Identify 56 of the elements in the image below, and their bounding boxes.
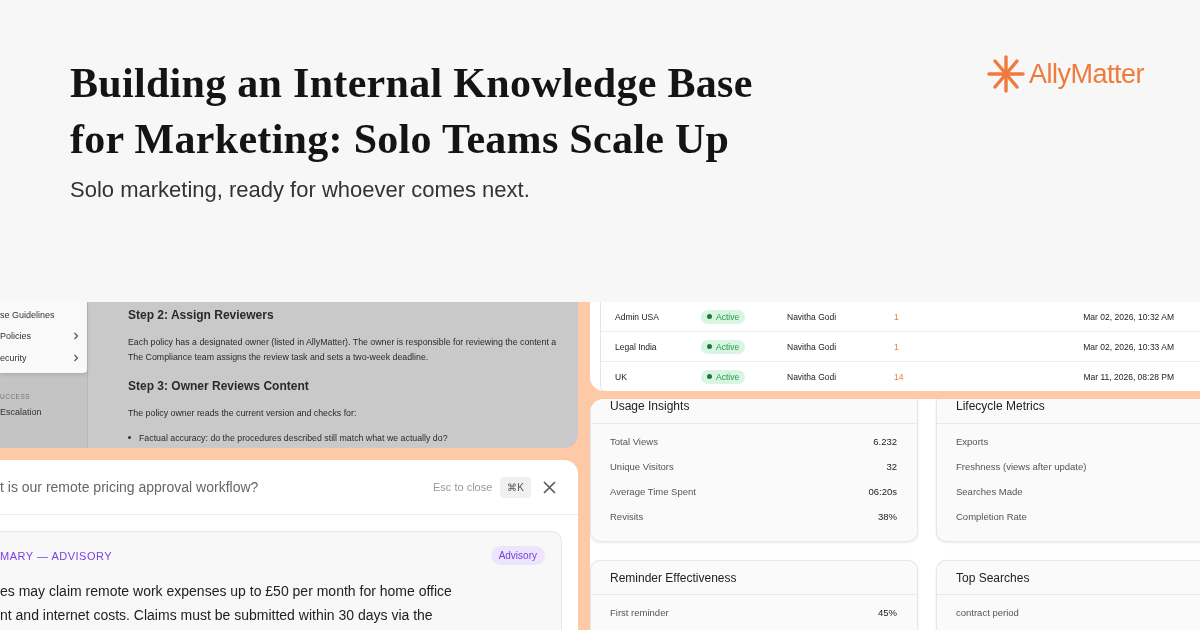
metric-label: Completion Rate xyxy=(956,511,1027,522)
summary-text: es may claim remote work expenses up to £50 per month for home office nt and internet costs. Claims must be submitted within 30 days via the xyxy=(0,582,453,625)
starburst-logo-icon xyxy=(986,55,1025,93)
paragraph: Each policy has a designated owner (listed in AllyMatter). The owner is responsible for reviewing the content a The Compliance team assigns the review task and sets a two-week deadline. xyxy=(128,336,558,364)
metric-label: Exports xyxy=(956,436,989,447)
table-cell-text: 1 xyxy=(894,311,900,322)
metric-label: First reminder xyxy=(610,607,669,618)
table-cell-text: Navitha Godi xyxy=(787,341,838,352)
metric-value: 45% xyxy=(878,607,897,618)
close-icon[interactable] xyxy=(543,480,556,494)
advisory-badge: Advisory xyxy=(490,546,545,565)
search-query[interactable]: t is our remote pricing approval workflow? xyxy=(0,479,433,495)
metric-value: 32 xyxy=(886,461,897,472)
sidebar-item[interactable]: ecurity xyxy=(0,347,87,369)
metric-label: Average Time Spent xyxy=(610,486,696,497)
table-cell-text: 14 xyxy=(894,371,905,382)
table-cell-text: UK xyxy=(614,371,628,382)
metric-value: 6.232 xyxy=(873,436,897,447)
close-hint: Esc to close xyxy=(433,481,493,493)
status-badge: Active xyxy=(701,369,746,384)
metric-value: 06:20s xyxy=(868,486,897,497)
metric-label: Total Views xyxy=(610,436,658,447)
table-cell-text: Navitha Godi xyxy=(787,311,838,322)
metric-value: 38% xyxy=(878,511,897,522)
metric-label: Unique Visitors xyxy=(610,461,674,472)
metric-label: Freshness (views after update) xyxy=(956,461,1087,472)
article-subtitle: Solo marketing, ready for whoever comes next. xyxy=(70,177,531,203)
paragraph: The policy owner reads the current version and checks for: xyxy=(128,407,358,420)
table-cell-text: Mar 02, 2026, 10:32 AM xyxy=(1082,311,1174,322)
metric-label: Revisits xyxy=(610,511,644,522)
card-title: Top Searches xyxy=(937,561,1200,595)
sidebar-item[interactable]: Policies xyxy=(0,325,87,347)
card-title: Reminder Effectiveness xyxy=(591,561,917,595)
chevron-right-icon xyxy=(73,353,79,362)
section-heading: Step 3: Owner Reviews Content xyxy=(128,378,310,395)
metric-label: contract period xyxy=(956,607,1019,618)
table-cell-text: Admin USA xyxy=(614,311,660,322)
article-title: Building an Internal Knowledge Base for Marketing: Solo Teams Scale Up xyxy=(70,59,753,164)
sidebar-item[interactable]: se Guidelines xyxy=(0,304,87,326)
status-badge: Active xyxy=(701,309,746,324)
card-title: Usage Insights xyxy=(591,399,917,424)
table-cell-text: Mar 02, 2026, 10:33 AM xyxy=(1082,341,1174,352)
table-cell-text: 1 xyxy=(894,341,900,352)
logo-wordmark: AllyMatter xyxy=(1028,58,1144,90)
status-badge: Active xyxy=(701,339,746,354)
section-heading: Step 2: Assign Reviewers xyxy=(128,307,275,324)
card-title: Lifecycle Metrics xyxy=(937,399,1200,424)
table-cell-text: Navitha Godi xyxy=(787,371,838,382)
metric-label: Searches Made xyxy=(956,486,1023,497)
bullet-item: Factual accuracy: do the procedures described still match what we actually do? xyxy=(139,432,448,443)
chevron-right-icon xyxy=(73,332,79,341)
table-cell-text: Legal India xyxy=(614,341,658,352)
keyboard-shortcut: ⌘K xyxy=(500,476,531,498)
table-cell-text: Mar 11, 2026, 08:28 PM xyxy=(1082,371,1174,382)
sidebar-item[interactable]: Escalation xyxy=(0,406,87,417)
summary-label: MARY — ADVISORY xyxy=(0,549,113,562)
